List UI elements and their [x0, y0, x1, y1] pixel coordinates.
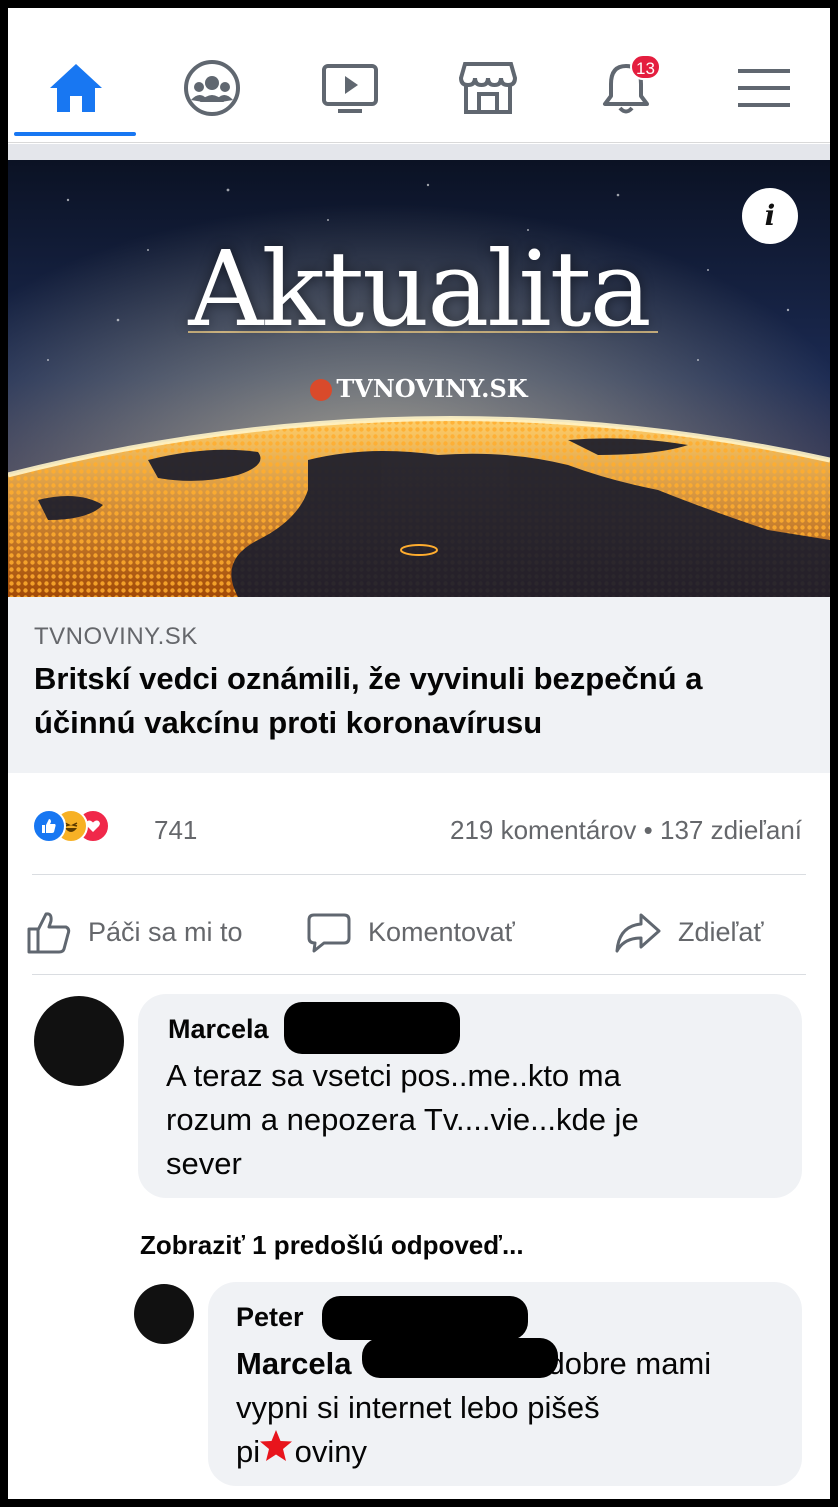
hero-title: Aktualita — [188, 228, 651, 350]
star-icon — [260, 1430, 292, 1461]
avatar[interactable] — [134, 1284, 194, 1344]
link-source: TVNOVINY.SK — [34, 623, 198, 650]
share-button[interactable]: Zdieľať — [614, 904, 764, 960]
comment-text-line: A teraz sa vsetci pos..me..kto ma — [166, 1058, 621, 1093]
nav-groups[interactable] — [172, 48, 252, 128]
divider — [32, 974, 806, 975]
redaction-mark — [284, 1002, 460, 1054]
post-actions: Páči sa mi to Komentovať Zdieľať — [8, 884, 830, 980]
section-gap — [8, 144, 830, 160]
reply-text-segment: dobre mami — [547, 1346, 712, 1381]
like-label: Páči sa mi to — [88, 916, 243, 947]
hero-brand-text: TVNOVINY.SK — [336, 374, 528, 403]
nav-menu[interactable] — [724, 48, 804, 128]
watch-icon — [322, 64, 378, 113]
nav-home[interactable] — [36, 48, 116, 128]
comments-shares-count[interactable]: 219 komentárov • 137 zdieľaní — [450, 815, 802, 846]
redaction-mark — [362, 1338, 558, 1378]
reply-text-line: pi oviny — [236, 1434, 367, 1469]
reaction-icons[interactable] — [32, 809, 152, 845]
view-previous-replies-link[interactable]: Zobraziť 1 predošlú odpoveď... — [140, 1230, 524, 1261]
marketplace-icon — [458, 62, 518, 114]
hero-brand: TVNOVINY.SK — [8, 374, 830, 403]
like-icon — [32, 809, 66, 843]
reply-mention[interactable]: Marcela — [236, 1346, 351, 1381]
comment-icon — [307, 913, 351, 953]
groups-icon — [184, 60, 240, 116]
reactions-count[interactable]: 741 — [154, 815, 197, 846]
reply-author[interactable]: Peter — [236, 1302, 304, 1333]
comment-label: Komentovať — [368, 916, 515, 947]
comment-button[interactable]: Komentovať — [306, 904, 515, 960]
share-icon — [615, 913, 661, 953]
nav-notifications[interactable]: 13 — [586, 48, 666, 128]
home-icon — [50, 64, 102, 112]
comment-text-line: sever — [166, 1146, 242, 1181]
like-button[interactable]: Páči sa mi to — [26, 904, 243, 960]
link-preview-image[interactable]: Aktualita TVNOVINY.SK i — [8, 160, 830, 597]
info-button[interactable]: i — [742, 188, 798, 244]
comment-author[interactable]: Marcela — [168, 1014, 269, 1045]
link-title: Britskí vedci oznámili, že vyvinuli bezp… — [34, 661, 703, 740]
nav-divider — [8, 142, 830, 143]
avatar[interactable] — [34, 996, 124, 1086]
nav-marketplace[interactable] — [448, 48, 528, 128]
redaction-mark — [322, 1296, 528, 1340]
brand-logo-icon — [310, 379, 333, 401]
reply-text-line: vypni si internet lebo pišeš — [236, 1390, 600, 1425]
screenshot-frame: 13 Aktualita TVNOVINY.SK i TVNOVINY.SK B… — [8, 8, 830, 1499]
nav-watch[interactable] — [310, 48, 390, 128]
comment-text-line: rozum a nepozera Tv....vie...kde je — [166, 1102, 639, 1137]
share-label: Zdieľať — [678, 916, 764, 947]
thumbs-up-icon — [27, 912, 71, 954]
notification-badge: 13 — [630, 54, 661, 80]
link-preview[interactable]: TVNOVINY.SK Britskí vedci oznámili, že v… — [8, 597, 830, 773]
top-navigation: 13 — [8, 8, 830, 144]
nav-active-indicator — [14, 132, 136, 136]
divider — [32, 874, 806, 875]
menu-icon — [738, 69, 790, 107]
engagement-summary: 741 219 komentárov • 137 zdieľaní — [8, 783, 830, 873]
